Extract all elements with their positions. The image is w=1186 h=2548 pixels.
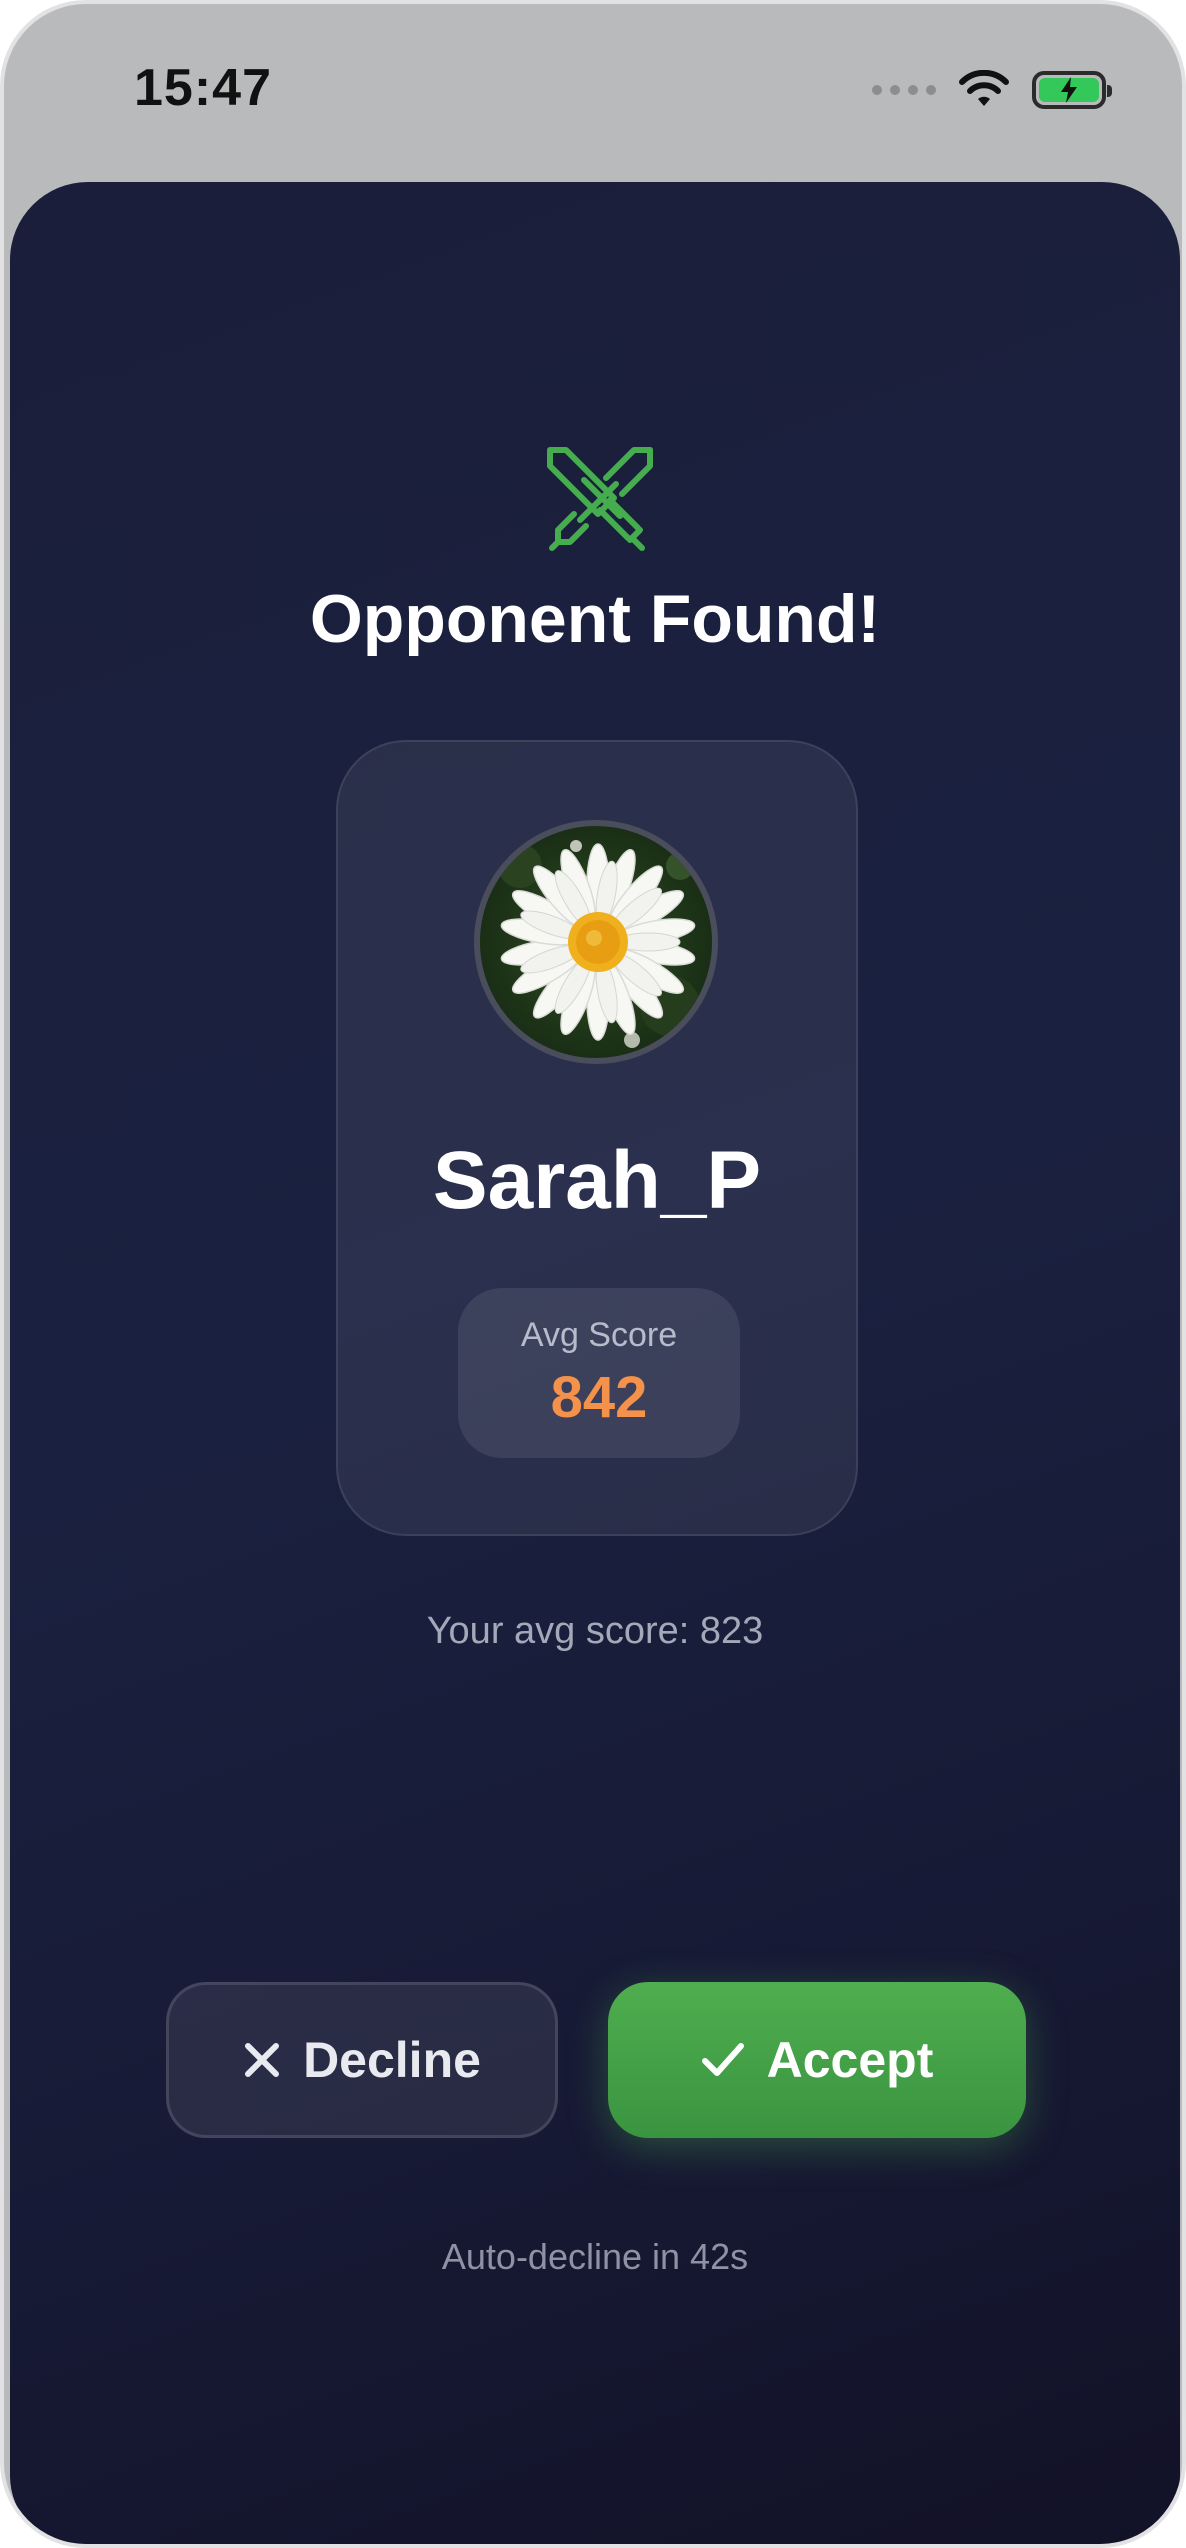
wifi-icon [959,70,1009,106]
match-title: Opponent Found! [309,581,881,657]
match-found-sheet: Opponent Found! Sarah_P Avg Score 842 Yo… [10,182,1180,2544]
status-icons [872,66,1112,114]
close-icon [245,2043,280,2077]
opponent-name: Sarah_P [432,1135,762,1226]
auto-decline-countdown: Auto-decline in 42s [441,2236,749,2277]
avg-score-label: Avg Score [520,1316,678,1354]
decline-button[interactable]: Decline [166,1982,558,2138]
accept-button[interactable]: Accept [608,1982,1026,2138]
crossed-swords-icon [547,447,653,551]
checkmark-icon [701,2043,744,2076]
battery-charging-icon [1032,71,1112,109]
cellular-signal-icon [872,85,936,95]
opponent-score-pill: Avg Score 842 [458,1288,740,1458]
status-time: 15:47 [134,59,272,117]
opponent-avatar [474,820,718,1064]
accept-label: Accept [766,2032,934,2088]
phone-frame: 15:47 Opponent Found! Sarah_P Avg Score … [0,0,1186,2548]
decline-label: Decline [303,2032,481,2088]
status-bar: 15:47 [4,4,1182,174]
avg-score-value: 842 [550,1365,648,1430]
your-avg-score: Your avg score: 823 [426,1610,764,1652]
opponent-card: Sarah_P Avg Score 842 [336,740,858,1536]
